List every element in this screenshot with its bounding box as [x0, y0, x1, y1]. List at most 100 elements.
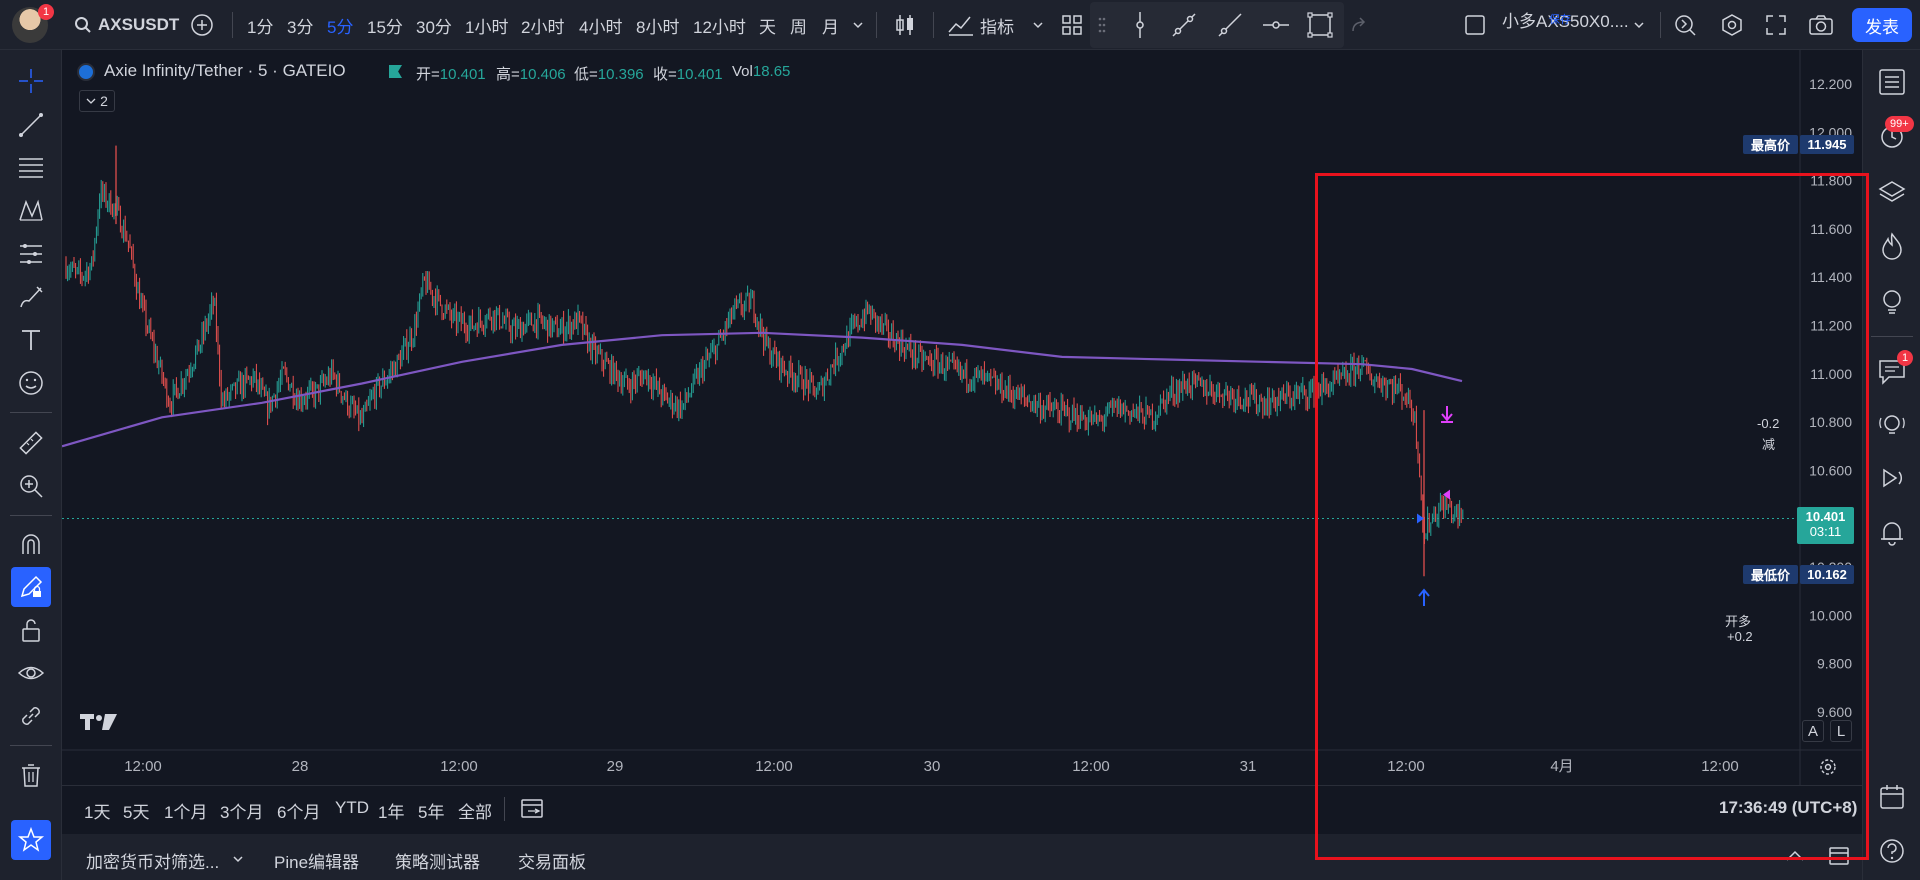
tab-strategy-tester[interactable]: 策略测试器 [395, 848, 480, 873]
tab-trading-panel[interactable]: 交易面板 [518, 848, 586, 873]
price-axis-label: 12.200 [1809, 76, 1852, 92]
ohlc-vol-value: 18.65 [752, 63, 791, 80]
hotlists-button[interactable] [1872, 226, 1912, 266]
lock-all-drawings[interactable] [11, 610, 51, 650]
crosshair-tool[interactable] [11, 61, 51, 101]
favorites-toolbar[interactable] [11, 820, 51, 860]
trash-icon [22, 764, 40, 787]
remove-drawings[interactable] [11, 755, 51, 795]
timeframe-3m[interactable]: 3分 [287, 0, 313, 50]
ohlc-close: 收=10.401 [653, 63, 723, 84]
tab-pine-editor[interactable]: Pine编辑器 [274, 848, 359, 873]
notifications-button[interactable] [1872, 512, 1912, 552]
axis-settings-button[interactable] [1818, 757, 1838, 782]
tips-button[interactable] [1872, 405, 1912, 445]
brush-tool[interactable] [11, 277, 51, 317]
settings-button[interactable] [1720, 0, 1744, 50]
chart-type-button[interactable] [893, 0, 917, 50]
watchlist-button[interactable] [1872, 62, 1912, 102]
fib-tool[interactable] [11, 148, 51, 188]
projection-tool[interactable] [11, 234, 51, 274]
timeframe-1h[interactable]: 1小时 [465, 0, 508, 50]
collapse-panel-button[interactable] [1784, 848, 1806, 869]
timeframe-5m[interactable]: 5分 [327, 0, 353, 50]
ray-tool[interactable] [1216, 0, 1244, 50]
clock-timezone[interactable]: 17:36:49 (UTC+8) [1719, 798, 1857, 818]
timeframe-30m[interactable]: 30分 [416, 0, 452, 50]
trend-line-tool[interactable] [11, 105, 51, 145]
log-scale-button[interactable]: L [1830, 720, 1852, 742]
symbol-search[interactable]: AXSUSDT [74, 0, 179, 50]
line-tool-icon [19, 113, 43, 137]
timeframe-day[interactable]: 天 [759, 0, 776, 50]
timeframe-12h[interactable]: 12小时 [693, 0, 746, 50]
layout-dropdown[interactable] [1633, 0, 1645, 50]
timeframe-15m[interactable]: 15分 [367, 0, 403, 50]
rectangle-tool[interactable] [1306, 0, 1334, 50]
range-6m[interactable]: 6个月 [277, 798, 320, 823]
timeframe-1m[interactable]: 1分 [247, 0, 273, 50]
publish-button[interactable]: 发表 [1852, 8, 1912, 42]
range-5d[interactable]: 5天 [123, 798, 149, 823]
sell-order-label: 减 [1762, 437, 1776, 452]
calendar-button[interactable] [1872, 777, 1912, 817]
hide-drawings[interactable] [11, 653, 51, 693]
timeframe-month[interactable]: 月 [822, 0, 839, 50]
chart-pane[interactable]: 12.200 12.000 11.800 11.600 11.400 11.200 11.0… [62, 50, 1862, 785]
screener-dropdown[interactable] [232, 852, 244, 870]
time-axis-label: 28 [292, 758, 309, 775]
redo-button[interactable] [1350, 0, 1370, 50]
ohlc-volume: Vol18.65 [732, 63, 790, 80]
help-button[interactable] [1872, 831, 1912, 871]
range-5y[interactable]: 5年 [418, 798, 444, 823]
ohlc-high-value: 10.406 [519, 66, 566, 83]
pattern-tool[interactable] [11, 191, 51, 231]
range-1y[interactable]: 1年 [378, 798, 404, 823]
zoom-tool[interactable] [11, 466, 51, 506]
fullscreen-button[interactable] [1765, 0, 1787, 50]
compare-symbol-button[interactable] [190, 0, 214, 50]
tab-crypto-screener[interactable]: 加密货币对筛选... [86, 848, 219, 873]
tradingview-logo[interactable] [80, 712, 118, 737]
price-axis-label: 10.600 [1809, 462, 1852, 478]
range-ytd[interactable]: YTD [335, 798, 369, 818]
streams-button[interactable] [1872, 458, 1912, 498]
text-tool[interactable] [11, 320, 51, 360]
ideas-button[interactable] [1872, 281, 1912, 321]
quick-search-button[interactable] [1673, 0, 1697, 50]
drag-handle[interactable] [1097, 0, 1107, 50]
layout-select-checkbox[interactable] [1464, 0, 1486, 50]
price-axis-label: 11.600 [1810, 221, 1852, 237]
emoji-tool[interactable] [11, 363, 51, 403]
layout-grid-button[interactable] [1061, 0, 1083, 50]
ray-icon [1218, 13, 1242, 37]
measure-tool[interactable] [11, 423, 51, 463]
range-all[interactable]: 全部 [458, 798, 492, 823]
lock-drawing-mode[interactable] [11, 567, 51, 607]
indicators-collapse-button[interactable]: 2 [79, 90, 115, 112]
magnet-tool[interactable] [11, 524, 51, 564]
timeframe-week[interactable]: 周 [790, 0, 807, 50]
goto-date-button[interactable] [520, 796, 546, 825]
sell-order-value: -0.2 [1757, 416, 1780, 431]
timeframe-8h[interactable]: 8小时 [636, 0, 679, 50]
sync-drawings[interactable] [11, 696, 51, 736]
horizontal-line-tool[interactable] [1262, 0, 1290, 50]
timeframe-2h[interactable]: 2小时 [521, 0, 564, 50]
timeframe-dropdown[interactable] [852, 0, 864, 50]
indicators-dropdown[interactable] [1032, 0, 1044, 50]
trend-angle-tool[interactable] [1170, 0, 1198, 50]
range-3m[interactable]: 3个月 [220, 798, 263, 823]
maximize-panel-button[interactable] [1828, 846, 1850, 871]
auto-scale-button[interactable]: A [1802, 720, 1824, 742]
timeframe-4h[interactable]: 4小时 [579, 0, 622, 50]
calendar-goto-icon [521, 799, 543, 818]
data-window-button[interactable] [1872, 172, 1912, 212]
range-1m[interactable]: 1个月 [164, 798, 207, 823]
price-chart[interactable]: 12.20012.00011.80011.60011.40011.20011.0… [62, 50, 1862, 785]
vertical-line-tool[interactable] [1130, 0, 1150, 50]
symbol-name: AXSUSDT [98, 15, 180, 34]
range-1d[interactable]: 1天 [84, 798, 110, 823]
indicators-button[interactable]: 指标 [948, 0, 1014, 50]
screenshot-button[interactable] [1808, 0, 1834, 50]
